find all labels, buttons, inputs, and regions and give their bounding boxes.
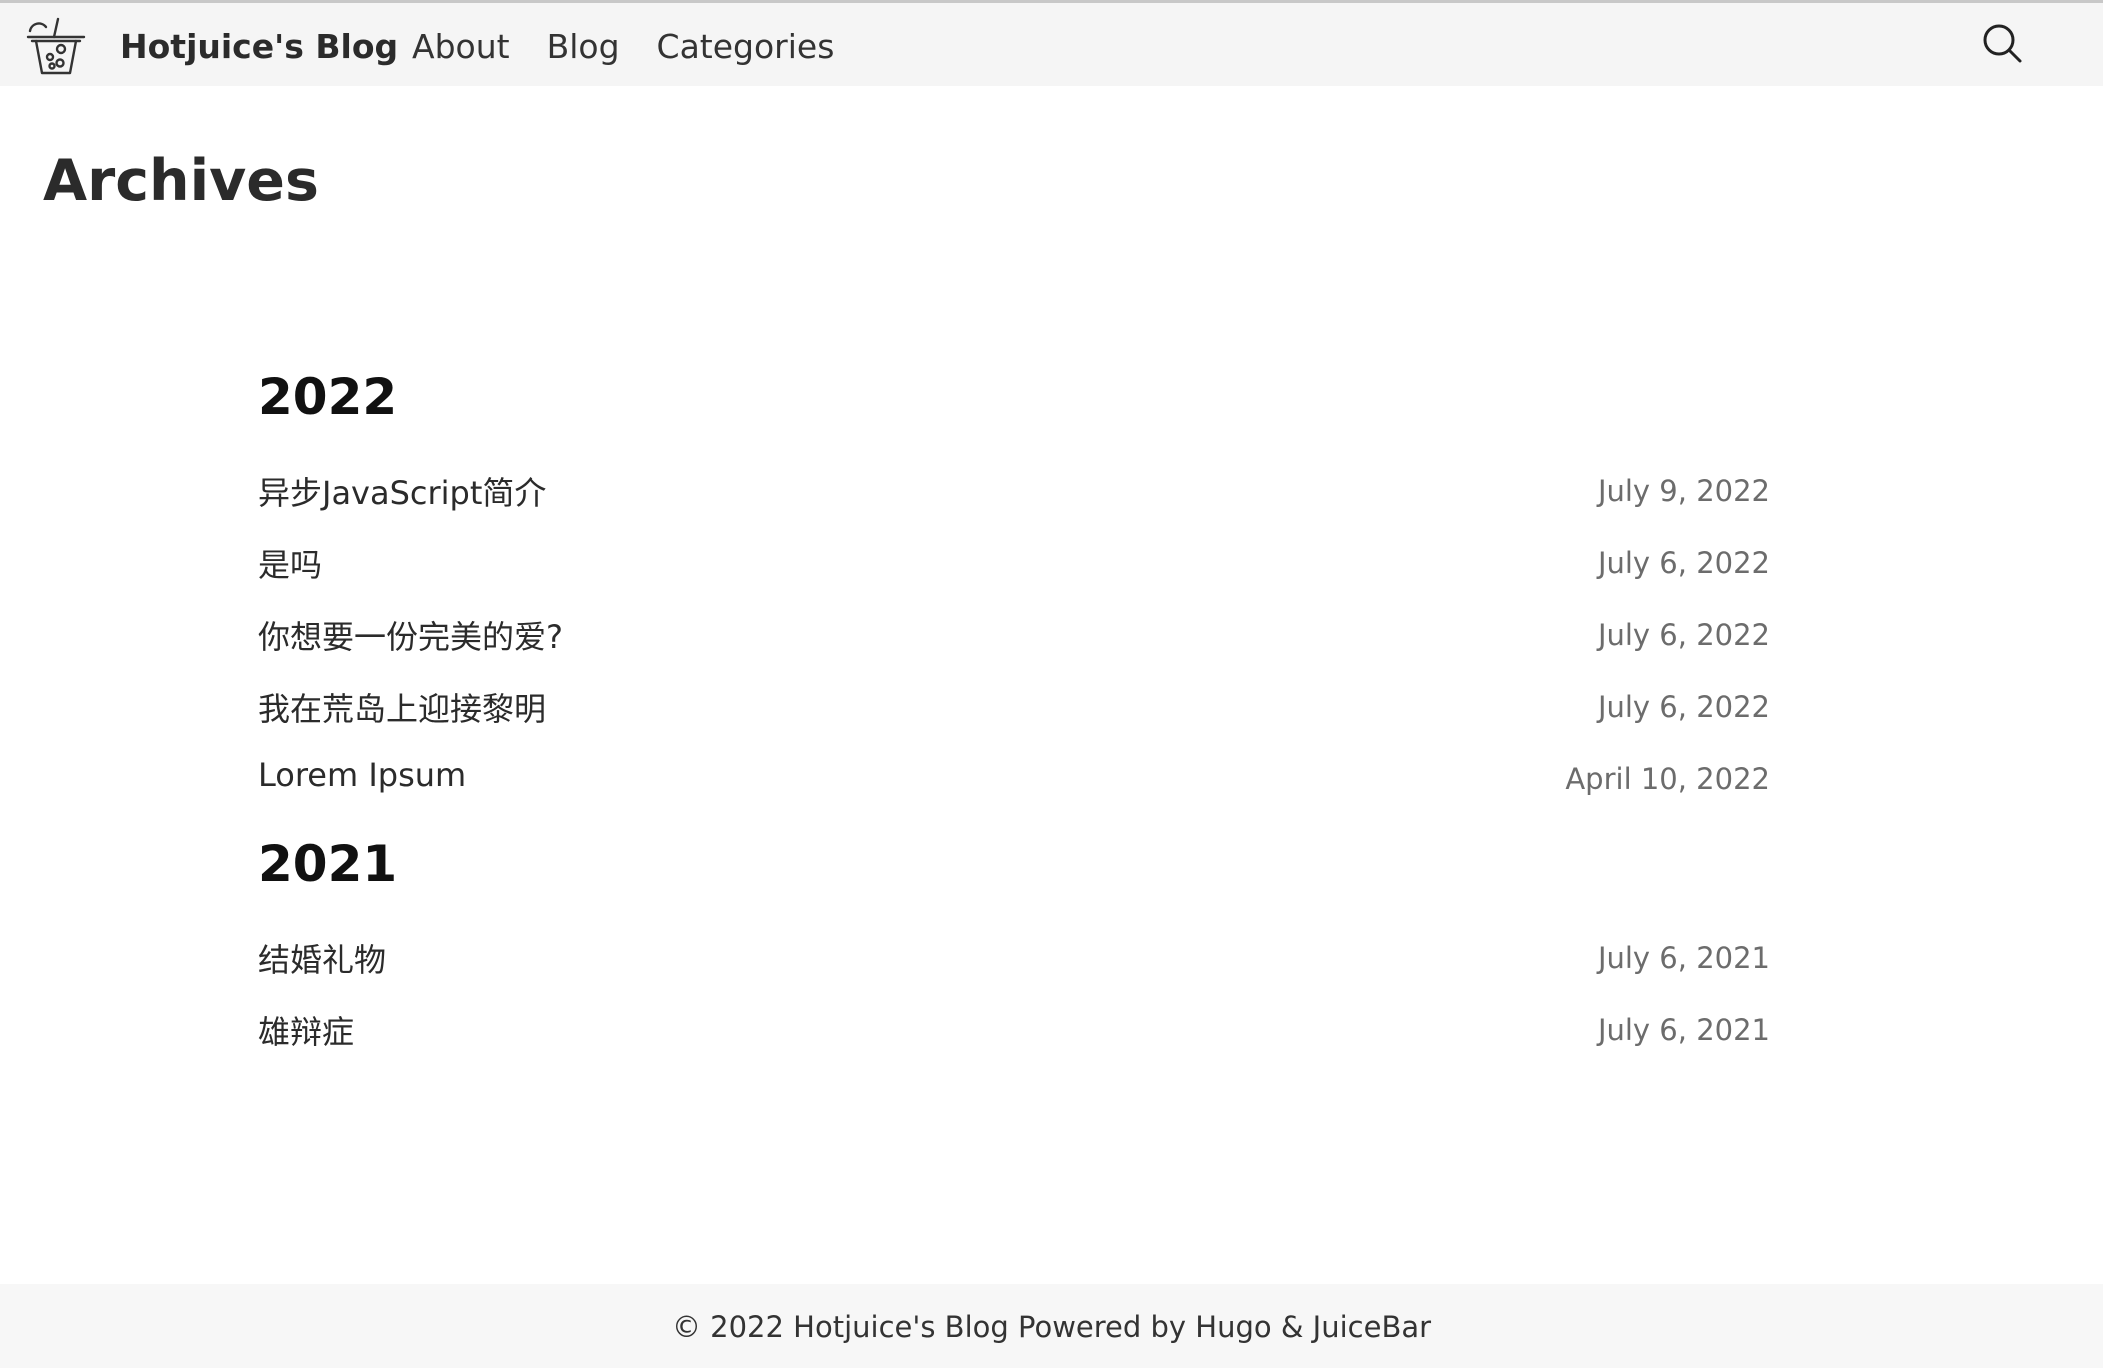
archive-item: 是吗 July 6, 2022 [258, 540, 1770, 590]
search-icon[interactable] [1980, 21, 2024, 65]
archive-year: 2022 [258, 368, 398, 426]
post-date: July 6, 2022 [1597, 546, 1770, 580]
post-date: July 6, 2021 [1597, 1013, 1770, 1047]
post-title-link[interactable]: Lorem Ipsum [258, 756, 466, 794]
main-nav: About Blog Categories [412, 27, 871, 66]
post-title-link[interactable]: 雄辩症 [258, 1007, 354, 1053]
footer: © 2022 Hotjuice's Blog Powered by Hugo &… [0, 1284, 2103, 1368]
post-date: July 9, 2022 [1597, 474, 1770, 508]
page-title: Archives [43, 148, 319, 214]
archive-item: 异步JavaScript简介 July 9, 2022 [258, 468, 1770, 518]
post-date: July 6, 2022 [1597, 690, 1770, 724]
archive-year: 2021 [258, 835, 398, 893]
post-title-link[interactable]: 你想要一份完美的爱? [258, 612, 563, 658]
post-title-link[interactable]: 异步JavaScript简介 [258, 468, 546, 514]
post-date: April 10, 2022 [1565, 762, 1770, 796]
footer-copyright: © 2022 Hotjuice's Blog Powered by Hugo &… [671, 1310, 1432, 1344]
archive-item: 我在荒岛上迎接黎明 July 6, 2022 [258, 684, 1770, 734]
nav-blog[interactable]: Blog [547, 27, 620, 66]
archive-item: 你想要一份完美的爱? July 6, 2022 [258, 612, 1770, 662]
site-brand[interactable]: Hotjuice's Blog [120, 27, 398, 66]
archive-item: Lorem Ipsum April 10, 2022 [258, 756, 1770, 806]
archive-item: 雄辩症 July 6, 2021 [258, 1007, 1770, 1057]
post-date: July 6, 2022 [1597, 618, 1770, 652]
post-title-link[interactable]: 我在荒岛上迎接黎明 [258, 684, 546, 730]
bubble-tea-icon[interactable] [24, 15, 88, 79]
nav-categories[interactable]: Categories [657, 27, 835, 66]
nav-about[interactable]: About [412, 27, 510, 66]
post-title-link[interactable]: 结婚礼物 [258, 935, 386, 981]
post-title-link[interactable]: 是吗 [258, 540, 322, 586]
navbar: Hotjuice's Blog About Blog Categories [0, 0, 2103, 86]
post-date: July 6, 2021 [1597, 941, 1770, 975]
archive-item: 结婚礼物 July 6, 2021 [258, 935, 1770, 985]
